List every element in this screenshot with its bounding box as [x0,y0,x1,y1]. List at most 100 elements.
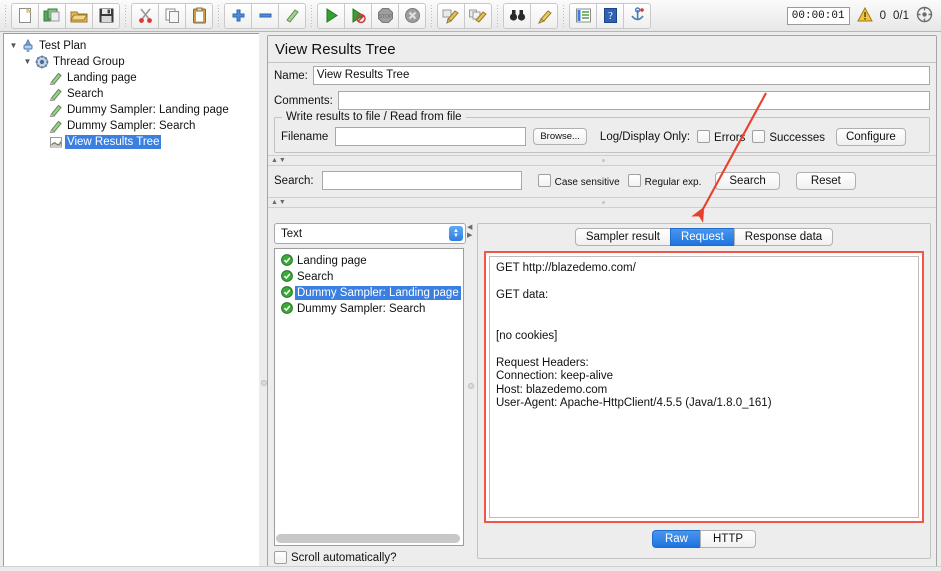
splitter-right-arrow-icon[interactable]: ▶ [467,232,472,239]
tree-node-label: Thread Group [53,56,125,68]
status-bar [0,566,941,571]
tab-sampler-result[interactable]: Sampler result [574,228,670,246]
list-item-label: Landing page [297,255,367,267]
svg-text:?: ? [608,10,613,22]
toolbar-group-clear [437,2,492,29]
clear-broom-icon[interactable] [437,2,464,29]
search-button[interactable]: Search [715,171,780,190]
scroll-automatically-label: Scroll automatically? [291,551,397,564]
results-inner-splitter[interactable]: ◀ ▶ [466,223,475,553]
list-item[interactable]: Dummy Sampler: Landing page [275,285,463,301]
regular-exp-checkbox-box[interactable] [627,173,641,187]
comments-row: Comments: [268,88,936,113]
tree-node-dummy-sampler-search[interactable]: Dummy Sampler: Search [8,118,259,134]
tree-node-thread-group[interactable]: ▼ Thread Group [8,54,259,70]
anchor-icon[interactable] [623,2,651,29]
new-document-icon[interactable] [11,2,38,29]
reset-broom-icon[interactable] [530,2,558,29]
success-shield-icon [281,302,293,317]
play-no-pause-icon[interactable] [344,2,371,29]
successes-checkbox-box[interactable] [752,129,766,143]
tree-twisty-icon[interactable]: ▼ [8,38,19,54]
results-split-pane: Text ▲ ▼ Landing page Search Dummy Sampl… [268,220,936,565]
connections-icon[interactable] [916,6,933,26]
main-splitter[interactable] [259,33,267,567]
configure-button[interactable]: Configure [835,127,906,146]
case-sensitive-checkbox[interactable]: Case sensitive [537,173,620,188]
scroll-automatically-checkbox[interactable]: Scroll automatically? [274,551,464,564]
copy-icon[interactable] [158,2,185,29]
filename-input[interactable] [335,127,527,146]
function-list-icon[interactable] [569,2,596,29]
request-textarea[interactable]: GET http://blazedemo.com/ GET data: [no … [489,256,919,518]
minus-icon[interactable] [251,2,278,29]
clear-all-broom-icon[interactable] [464,2,492,29]
tree-node-dummy-sampler-landing-page[interactable]: Dummy Sampler: Landing page [8,102,259,118]
successes-checkbox-label: Successes [769,131,825,144]
plus-icon[interactable] [224,2,251,29]
toolbar-separator [125,4,126,27]
divider-strip-lower[interactable]: ▲▼ [268,197,936,208]
list-item[interactable]: Dummy Sampler: Search [275,301,463,317]
sampler-icon [47,87,65,101]
reset-button[interactable]: Reset [795,171,856,190]
list-item[interactable]: Search [275,269,463,285]
tree-node-test-plan[interactable]: ▼ Test Plan [8,38,259,54]
help-book-icon[interactable]: ? [596,2,623,29]
view-results-tree-icon [47,135,65,149]
horizontal-scrollbar[interactable] [276,534,460,543]
test-plan-tree[interactable]: ▼ Test Plan ▼ Thread Group Landing page [3,33,260,569]
list-item[interactable]: Landing page [275,253,463,269]
main-toolbar: STOP ? 00:00:01 0 0/1 [0,0,941,32]
success-shield-icon [281,254,293,269]
tree-twisty-icon[interactable]: ▼ [22,54,33,70]
toggle-pencil-icon[interactable] [278,2,306,29]
case-sensitive-checkbox-box[interactable] [537,173,551,187]
tree-node-search[interactable]: Search [8,86,259,102]
search-input[interactable] [321,171,522,190]
success-shield-icon [281,286,293,301]
divider-strip-upper[interactable]: ▲▼ [268,155,936,166]
tab-request[interactable]: Request [669,228,734,246]
chevron-updown-icon[interactable]: ▲ ▼ [449,226,463,241]
comments-input[interactable] [337,91,930,110]
tab-response-data[interactable]: Response data [733,228,834,246]
raw-view-button[interactable]: Raw [651,530,700,548]
renderer-select[interactable]: Text ▲ ▼ [274,223,466,244]
binoculars-icon[interactable] [503,2,530,29]
templates-icon[interactable] [38,2,65,29]
view-results-tree-panel: View Results Tree Name: View Results Tre… [267,35,937,568]
name-input[interactable]: View Results Tree [312,66,930,85]
browse-button[interactable]: Browse... [533,128,587,145]
scrollbar-thumb[interactable] [276,534,460,543]
sample-result-list[interactable]: Landing page Search Dummy Sampler: Landi… [274,248,464,546]
divider-handle[interactable] [602,201,605,204]
filename-label: Filename [281,130,329,143]
divider-collapse-arrows[interactable]: ▲▼ [271,198,287,207]
scroll-automatically-checkbox-box[interactable] [274,551,287,564]
scissors-icon[interactable] [131,2,158,29]
http-view-button[interactable]: HTTP [699,530,757,548]
toolbar-separator [431,4,432,27]
warning-triangle-icon[interactable] [856,6,873,25]
toolbar-group-run: STOP [317,2,426,29]
play-green-icon[interactable] [317,2,344,29]
successes-checkbox[interactable]: Successes [752,129,825,144]
regular-exp-checkbox[interactable]: Regular exp. [627,173,701,188]
errors-checkbox[interactable]: Errors [697,129,745,144]
splitter-handle[interactable] [468,383,474,389]
shutdown-x-icon[interactable] [398,2,426,29]
elapsed-timer: 00:00:01 [786,6,850,25]
test-plan-icon [19,39,37,53]
save-disk-icon[interactable] [92,2,120,29]
divider-collapse-arrows[interactable]: ▲▼ [271,156,287,165]
clipboard-paste-icon[interactable] [185,2,213,29]
tree-node-landing-page[interactable]: Landing page [8,70,259,86]
toolbar-group-edit [131,2,213,29]
stop-sign-icon[interactable]: STOP [371,2,398,29]
divider-handle[interactable] [602,159,605,162]
tree-node-view-results-tree[interactable]: View Results Tree [8,134,259,150]
splitter-left-arrow-icon[interactable]: ◀ [467,224,472,231]
errors-checkbox-box[interactable] [697,129,711,143]
open-folder-icon[interactable] [65,2,92,29]
